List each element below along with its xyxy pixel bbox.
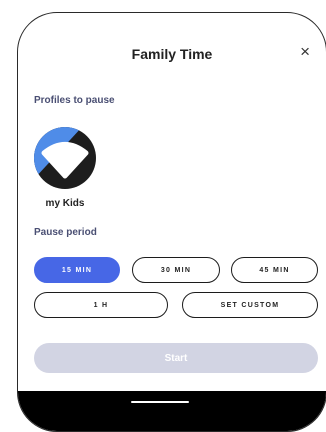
wifi-shield-avatar-icon bbox=[34, 127, 96, 189]
profile-item-my-kids[interactable]: my Kids bbox=[34, 127, 96, 209]
dialog-title: Family Time bbox=[131, 46, 213, 62]
start-button[interactable]: Start bbox=[34, 343, 318, 373]
pause-option-45-min[interactable]: 45 MIN bbox=[231, 257, 318, 283]
close-icon[interactable]: × bbox=[300, 43, 310, 60]
profiles-section-label: Profiles to pause bbox=[34, 95, 115, 106]
pause-option-30-min[interactable]: 30 MIN bbox=[132, 257, 220, 283]
home-indicator[interactable] bbox=[131, 401, 189, 403]
pause-option-1-h[interactable]: 1 H bbox=[34, 292, 168, 318]
system-nav-bar bbox=[18, 391, 326, 431]
pause-option-set-custom[interactable]: SET CUSTOM bbox=[182, 292, 318, 318]
family-time-dialog: Family Time × Profiles to pause my Kids … bbox=[17, 12, 326, 432]
profile-name: my Kids bbox=[45, 198, 85, 209]
pause-option-15-min[interactable]: 15 MIN bbox=[34, 257, 120, 283]
pause-period-label: Pause period bbox=[34, 227, 97, 238]
